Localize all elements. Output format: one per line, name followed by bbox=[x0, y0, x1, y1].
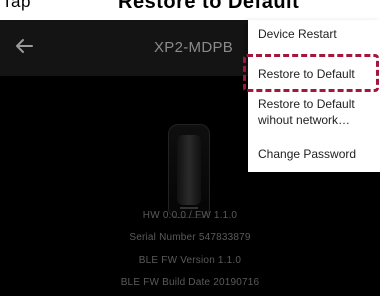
menu-item-label-line1: Restore to Default bbox=[258, 97, 355, 111]
tutorial-caption: Tap Restore to Default bbox=[0, 0, 380, 20]
menu-item-label-line2: wihout network… bbox=[258, 113, 351, 127]
menu-item-label: Device Restart bbox=[258, 27, 337, 41]
serial-number: Serial Number 547833879 bbox=[129, 232, 251, 243]
menu-item-label: Change Password bbox=[258, 147, 357, 161]
back-arrow-icon[interactable] bbox=[12, 34, 36, 58]
menu-item-change-password[interactable]: Change Password bbox=[258, 146, 356, 162]
menu-item-restore-default[interactable]: Restore to Default bbox=[258, 66, 355, 82]
device-image bbox=[168, 124, 210, 218]
ble-fw-version: BLE FW Version 1.1.0 bbox=[138, 255, 242, 266]
ble-fw-build-date: BLE FW Build Date 20190716 bbox=[120, 277, 260, 288]
menu-item-restore-default-without-network[interactable]: Restore to Default wihout network… bbox=[258, 96, 355, 128]
device-title: XP2-MDPB bbox=[154, 39, 234, 56]
caption-title: Restore to Default bbox=[118, 0, 300, 13]
menu-item-label: Restore to Default bbox=[258, 67, 355, 81]
caption-instruction: Tap bbox=[2, 0, 31, 11]
menu-item-device-restart[interactable]: Device Restart bbox=[258, 26, 337, 42]
options-menu: Device Restart Restore to Default Restor… bbox=[248, 20, 380, 172]
hw-fw-version: HW 0.0.0 / FW 1.1.0 bbox=[142, 210, 238, 221]
